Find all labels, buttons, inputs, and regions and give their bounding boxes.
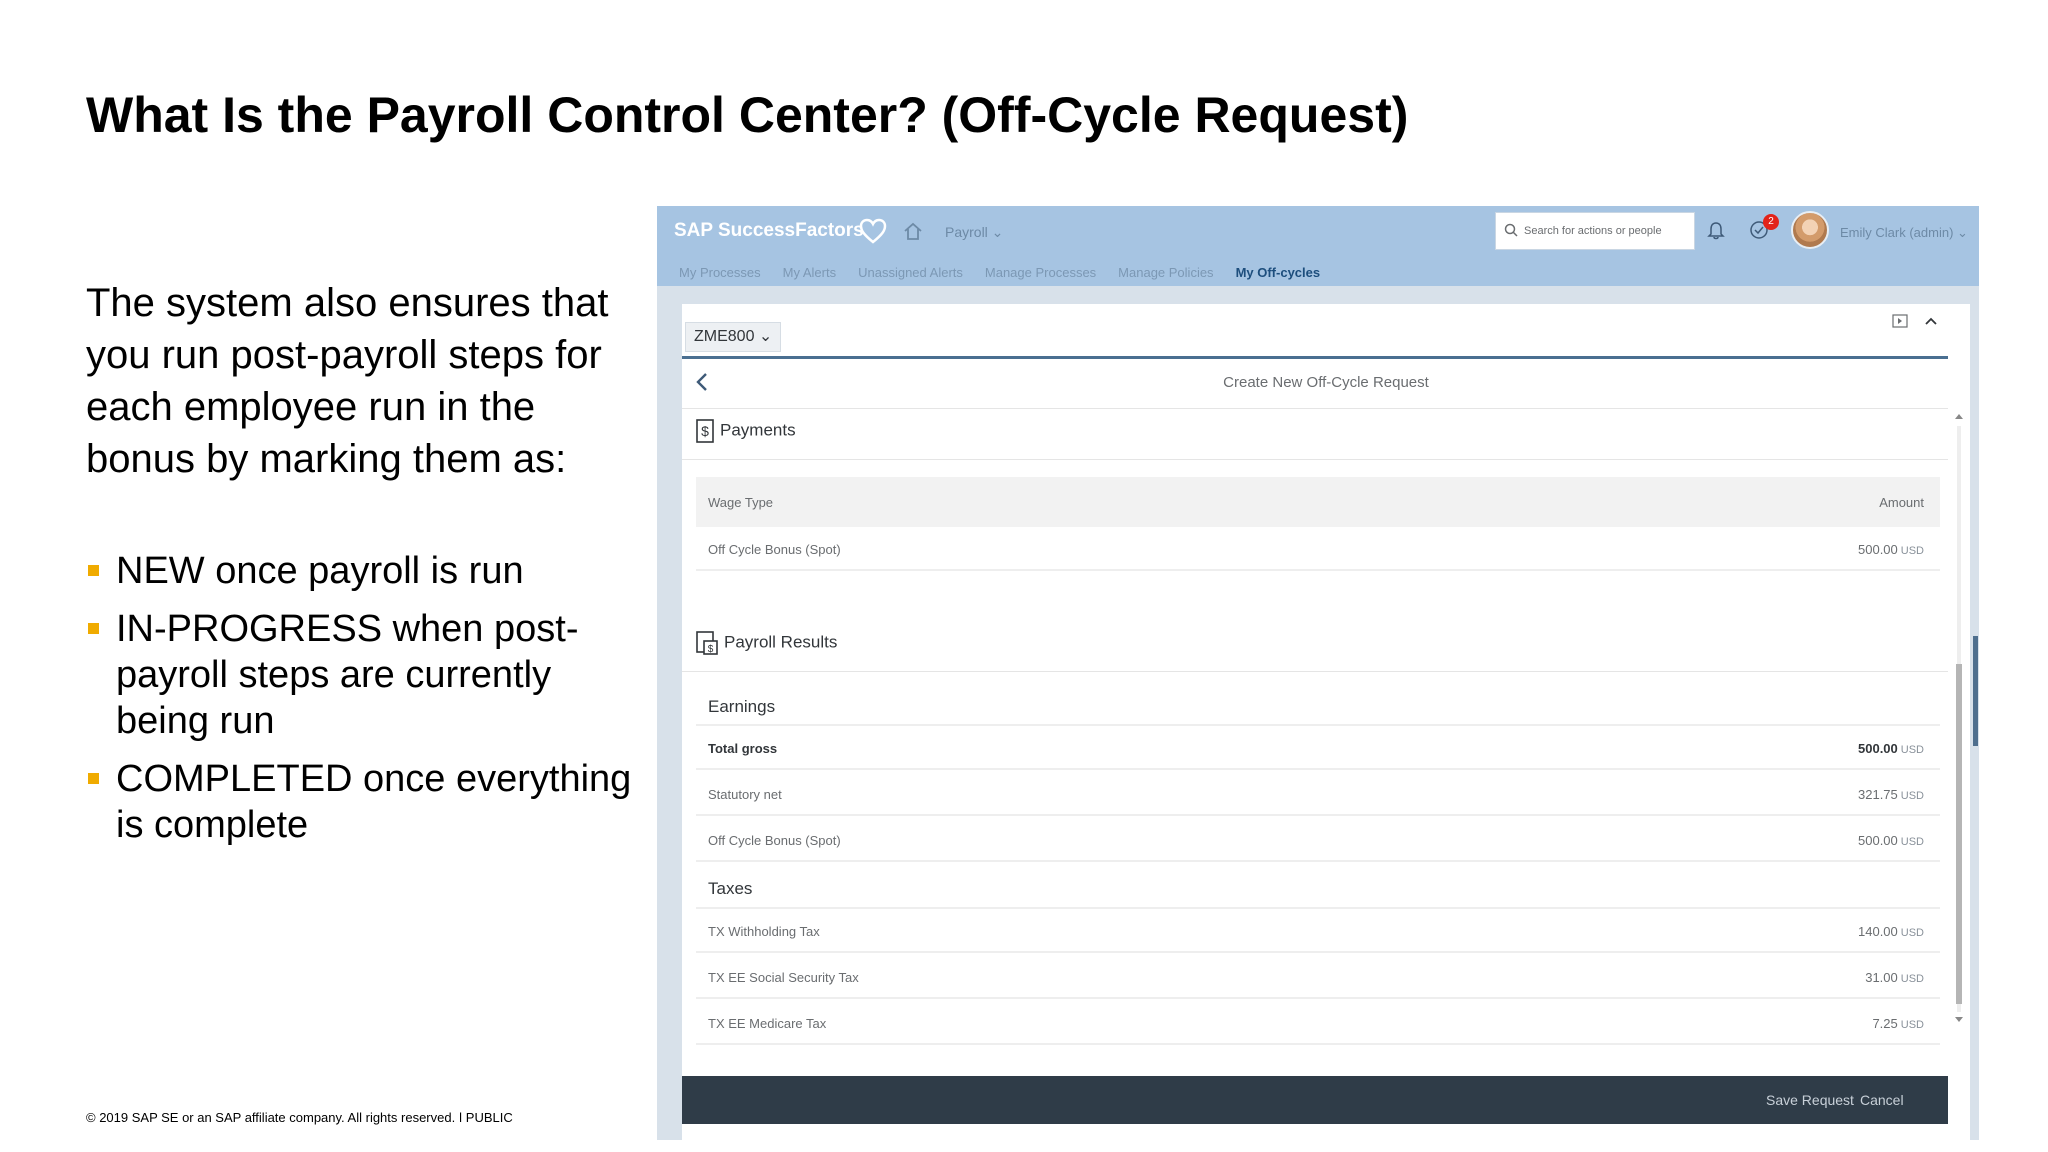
tax-label: TX EE Social Security Tax xyxy=(708,970,859,985)
app-screenshot: SAP SuccessFactors Payroll ⌄ Search for … xyxy=(657,206,1979,1140)
notification-badge: 2 xyxy=(1763,214,1779,230)
scroll-down-icon[interactable] xyxy=(1955,1017,1963,1022)
table-row[interactable]: Total gross 500.00 USD xyxy=(696,726,1940,770)
module-selector[interactable]: Payroll ⌄ xyxy=(945,224,1003,241)
table-row[interactable]: Off Cycle Bonus (Spot) 500.00 USD xyxy=(696,527,1940,571)
tax-amount: 140.00 USD xyxy=(1858,924,1924,939)
tax-amount: 7.25 USD xyxy=(1872,1016,1924,1031)
scroll-up-icon[interactable] xyxy=(1955,414,1963,419)
collapse-up-icon[interactable] xyxy=(1924,314,1938,328)
scroll-thumb[interactable] xyxy=(1956,664,1962,1004)
table-row[interactable]: Statutory net 321.75 USD xyxy=(696,772,1940,816)
cancel-button[interactable]: Cancel xyxy=(1860,1092,1904,1108)
home-icon[interactable] xyxy=(902,220,924,242)
payroll-results-heading: $ Payroll Results xyxy=(696,631,837,655)
table-row[interactable]: Off Cycle Bonus (Spot) 500.00 USD xyxy=(696,818,1940,862)
search-input[interactable]: Search for actions or people xyxy=(1495,212,1695,250)
off-cycle-panel: ZME800 ⌄ Create New Off-Cycle Request $ P… xyxy=(682,304,1970,1140)
shell-bar: SAP SuccessFactors Payroll ⌄ Search for … xyxy=(657,206,1979,286)
payroll-results-heading-label: Payroll Results xyxy=(724,632,838,652)
heart-icon xyxy=(859,218,887,244)
tab-manage-policies[interactable]: Manage Policies xyxy=(1118,265,1213,280)
search-placeholder: Search for actions or people xyxy=(1524,225,1662,237)
bullet-text: NEW once payroll is run xyxy=(116,550,524,592)
earning-amount: 500.00 USD xyxy=(1858,741,1924,756)
earning-amount: 321.75 USD xyxy=(1858,787,1924,802)
section-divider xyxy=(682,671,1948,672)
tab-my-alerts[interactable]: My Alerts xyxy=(783,265,836,280)
payroll-results-icon: $ xyxy=(696,631,718,655)
bullet-square-icon xyxy=(88,623,99,634)
page-scroll-thumb[interactable] xyxy=(1973,636,1978,746)
avatar[interactable] xyxy=(1791,211,1829,249)
bell-icon[interactable] xyxy=(1707,220,1725,240)
payments-heading-label: Payments xyxy=(720,420,796,440)
bullet-text: IN-PROGRESS when post-payroll steps are … xyxy=(116,608,579,742)
table-row[interactable]: TX Withholding Tax 140.00 USD xyxy=(696,909,1940,953)
earning-label: Off Cycle Bonus (Spot) xyxy=(708,833,841,848)
dollar-document-icon: $ xyxy=(696,419,714,443)
earning-label: Statutory net xyxy=(708,787,782,802)
tax-label: TX EE Medicare Tax xyxy=(708,1016,827,1031)
payments-table-header: Wage Type Amount xyxy=(696,477,1940,527)
svg-text:$: $ xyxy=(708,644,714,655)
sap-logo[interactable]: SAP SuccessFactors xyxy=(674,220,864,242)
bullet-square-icon xyxy=(88,565,99,576)
table-row[interactable]: TX EE Medicare Tax 7.25 USD xyxy=(696,1001,1940,1045)
earning-amount: 500.00 USD xyxy=(1858,833,1924,848)
panel-tools xyxy=(1891,314,1938,333)
employee-selector[interactable]: ZME800 ⌄ xyxy=(685,322,782,352)
earnings-group-label: Earnings xyxy=(708,697,776,716)
col-amount: Amount xyxy=(1879,495,1924,510)
tab-unassigned-alerts[interactable]: Unassigned Alerts xyxy=(858,265,963,280)
action-footer-bar: Save Request Cancel xyxy=(682,1076,1948,1124)
bullet-completed: COMPLETED once everything is complete xyxy=(86,756,646,848)
tab-manage-processes[interactable]: Manage Processes xyxy=(985,265,1096,280)
form-scroll-area[interactable]: $ Payments Wage Type Amount Off Cycle Bon… xyxy=(682,408,1948,1045)
bullet-new: NEW once payroll is run xyxy=(86,548,646,594)
earning-label: Total gross xyxy=(708,741,778,756)
status-bullet-list: NEW once payroll is run IN-PROGRESS when… xyxy=(86,548,646,860)
expand-icon[interactable] xyxy=(1891,314,1908,328)
vertical-scrollbar[interactable] xyxy=(1954,414,1964,1022)
wage-type-cell: Off Cycle Bonus (Spot) xyxy=(708,542,841,557)
header-divider xyxy=(682,356,1948,359)
bullet-text: COMPLETED once everything is complete xyxy=(116,758,632,846)
bullet-square-icon xyxy=(88,773,99,784)
table-row[interactable]: TX EE Social Security Tax 31.00 USD xyxy=(696,955,1940,999)
tab-my-off-cycles[interactable]: My Off-cycles xyxy=(1236,265,1321,280)
tab-my-processes[interactable]: My Processes xyxy=(679,265,761,280)
intro-paragraph: The system also ensures that you run pos… xyxy=(86,281,609,481)
tax-label: TX Withholding Tax xyxy=(708,924,820,939)
search-icon xyxy=(1504,223,1518,237)
save-request-button[interactable]: Save Request xyxy=(1766,1092,1854,1108)
amount-cell: 500.00 USD xyxy=(1858,542,1924,557)
svg-text:$: $ xyxy=(701,423,709,439)
form-title: Create New Off-Cycle Request xyxy=(1223,374,1429,391)
col-wage-type: Wage Type xyxy=(708,495,774,510)
user-menu[interactable]: Emily Clark (admin) ⌄ xyxy=(1840,225,1968,241)
taxes-group-label: Taxes xyxy=(708,879,753,898)
bullet-in-progress: IN-PROGRESS when post-payroll steps are … xyxy=(86,606,646,744)
copyright-footer: © 2019 SAP SE or an SAP affiliate compan… xyxy=(86,1110,513,1125)
section-divider xyxy=(682,459,1948,460)
nav-tabs: My Processes My Alerts Unassigned Alerts Ma… xyxy=(679,264,1342,282)
payments-heading: $ Payments xyxy=(696,419,796,443)
slide-title: What Is the Payroll Control Center? (Off… xyxy=(86,87,1409,143)
tax-amount: 31.00 USD xyxy=(1865,970,1924,985)
